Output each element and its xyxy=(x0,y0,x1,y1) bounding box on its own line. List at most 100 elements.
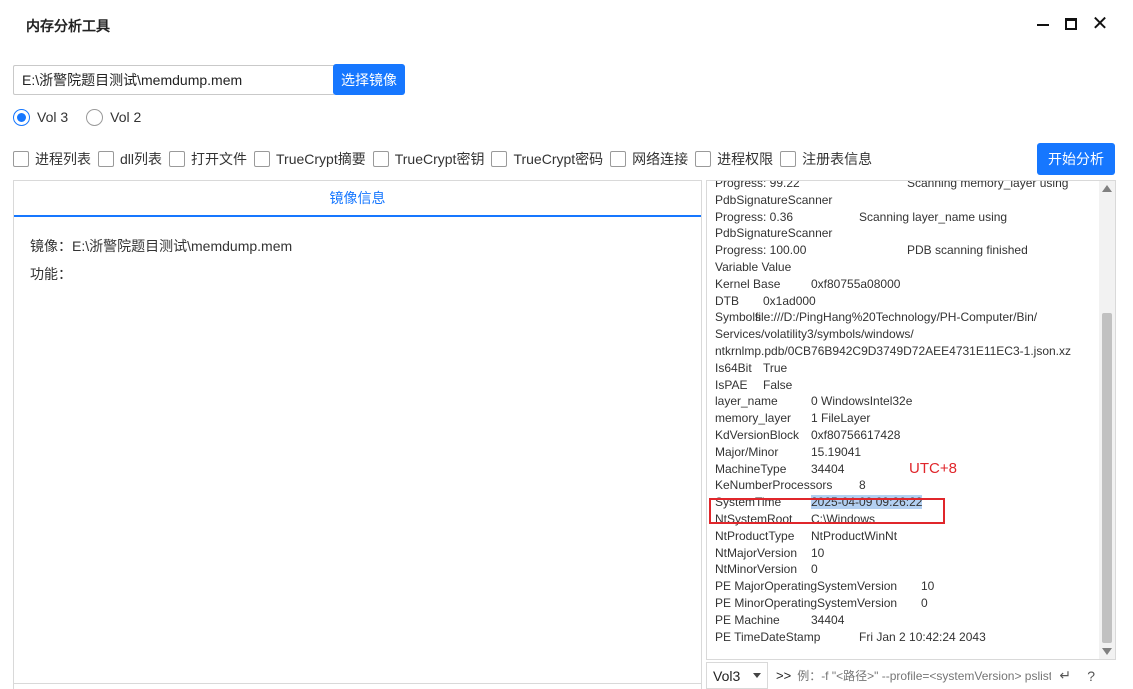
app-title: 内存分析工具 xyxy=(26,18,110,34)
log-key: Progress: 100.00 xyxy=(715,243,807,258)
help-icon[interactable]: ? xyxy=(1087,668,1101,684)
image-path-input[interactable] xyxy=(13,65,334,95)
plugin-checkbox-item[interactable]: 网络连接 xyxy=(610,149,688,169)
log-value: 0xf80756617428 xyxy=(811,427,901,442)
log-scrollbar[interactable] xyxy=(1099,181,1115,659)
log-key: KdVersionBlock xyxy=(715,427,800,442)
log-value: 0x1ad000 xyxy=(763,293,816,308)
command-prompt: >> xyxy=(776,668,792,683)
log-value: PDB scanning finished xyxy=(907,243,1028,258)
checkbox-label: 打开文件 xyxy=(191,151,248,167)
log-key: PE MajorOperatingSystemVersion xyxy=(715,579,898,594)
log-value: 0xf80755a08000 xyxy=(811,276,901,291)
log-line: PdbSignatureScanner xyxy=(715,192,1100,209)
tab-image-info[interactable]: 镜像信息 xyxy=(14,181,701,217)
log-value: 8 xyxy=(859,478,866,493)
log-value: 34404 xyxy=(811,461,845,476)
plugin-checkbox-item[interactable]: 进程权限 xyxy=(695,149,773,169)
select-image-button[interactable]: 选择镜像 xyxy=(333,64,405,95)
log-line: Progress: 0.36 Scanning layer_name using xyxy=(715,209,1100,226)
enter-icon[interactable]: ↵ xyxy=(1055,667,1075,684)
plugin-checkbox-item[interactable]: TrueCrypt摘要 xyxy=(254,149,366,169)
close-button[interactable]: ✕ xyxy=(1087,12,1113,36)
checkbox[interactable] xyxy=(780,151,797,167)
volatility-version-group: Vol 3 Vol 2 xyxy=(13,108,159,126)
log-value: 15.19041 xyxy=(811,444,862,459)
log-key: PdbSignatureScanner xyxy=(715,192,833,207)
maximize-button[interactable] xyxy=(1058,12,1084,36)
minimize-button[interactable] xyxy=(1030,12,1056,36)
checkbox[interactable] xyxy=(695,151,712,167)
command-bar: Vol3 >> ↵ ? xyxy=(706,662,1116,689)
log-line: DTB 0x1ad000 xyxy=(715,293,1100,310)
log-line: Kernel Base 0xf80755a08000 xyxy=(715,276,1100,293)
systemtime-highlight-box xyxy=(709,498,945,524)
plugin-checkbox-item[interactable]: 打开文件 xyxy=(169,149,247,169)
command-input[interactable] xyxy=(797,664,1052,687)
plugin-checkbox-group: 进程列表 dll列表 打开文件 TrueCrypt摘要 TrueCrypt密钥 TrueC… xyxy=(13,150,879,168)
checkbox-label: 进程权限 xyxy=(717,151,774,167)
radio-vol-3[interactable]: Vol 3 xyxy=(13,108,69,126)
close-icon: ✕ xyxy=(1091,13,1109,35)
log-key: Services/volatility3/symbols/windows/ xyxy=(715,327,914,342)
log-key: MachineType xyxy=(715,461,787,476)
radio-indicator[interactable] xyxy=(86,108,104,126)
checkbox[interactable] xyxy=(491,151,508,167)
log-line: Progress: 100.00 PDB scanning finished xyxy=(715,242,1100,259)
log-line: MachineType 34404 xyxy=(715,461,1100,478)
scroll-down-icon[interactable] xyxy=(1102,648,1112,655)
log-value: 0 WindowsIntel32e xyxy=(811,394,913,409)
image-info-panel: 镜像信息 镜像：E:\浙警院题目测试\memdump.mem 功能： xyxy=(13,180,702,689)
log-line: NtMajorVersion 10 xyxy=(715,545,1100,562)
log-value: NtProductWinNt xyxy=(811,528,898,543)
log-value: False xyxy=(763,377,793,392)
output-log-panel[interactable]: Progress: 99.22 Scanning memory_layer usi… xyxy=(706,180,1116,660)
maximize-icon xyxy=(1065,18,1077,30)
log-key: memory_layer xyxy=(715,411,792,426)
radio-label: Vol 2 xyxy=(110,109,142,125)
plugin-checkbox-item[interactable]: TrueCrypt密码 xyxy=(491,149,603,169)
plugin-checkbox-item[interactable]: dll列表 xyxy=(98,149,162,169)
radio-vol-2[interactable]: Vol 2 xyxy=(86,108,142,126)
checkbox[interactable] xyxy=(254,151,271,167)
log-key: NtMajorVersion xyxy=(715,545,798,560)
checkbox-label: TrueCrypt密码 xyxy=(513,151,604,167)
log-key: PE MinorOperatingSystemVersion xyxy=(715,595,898,610)
minimize-icon xyxy=(1037,24,1049,26)
plugin-checkbox-item[interactable]: 注册表信息 xyxy=(780,149,872,169)
output-log: Progress: 99.22 Scanning memory_layer usi… xyxy=(715,181,1100,645)
log-key: ntkrnlmp.pdb/0CB76B942C9D3749D72AEE4731E… xyxy=(715,343,1071,358)
volatility-version-select[interactable]: Vol3 xyxy=(706,662,768,689)
title-bar: 内存分析工具 ✕ xyxy=(0,0,1133,48)
log-line: Is64Bit True xyxy=(715,360,1100,377)
checkbox[interactable] xyxy=(98,151,114,167)
function-label: 功能： xyxy=(30,266,72,282)
log-key: Is64Bit xyxy=(715,360,752,375)
checkbox[interactable] xyxy=(169,151,186,167)
log-line: memory_layer 1 FileLayer xyxy=(715,410,1100,427)
checkbox[interactable] xyxy=(13,151,29,167)
log-key: KeNumberProcessors xyxy=(715,478,833,493)
log-value: 10 xyxy=(921,579,935,594)
radio-indicator[interactable] xyxy=(13,108,30,126)
log-line: Variable Value xyxy=(715,259,1100,276)
plugin-checkbox-item[interactable]: 进程列表 xyxy=(13,149,91,169)
log-value: 0 xyxy=(811,562,818,577)
log-key: DTB xyxy=(715,293,739,308)
log-line: Major/Minor 15.19041 xyxy=(715,444,1100,461)
checkbox[interactable] xyxy=(610,151,627,167)
log-line: PE MajorOperatingSystemVersion 10 xyxy=(715,578,1100,595)
scroll-up-icon[interactable] xyxy=(1102,185,1112,192)
log-line: ntkrnlmp.pdb/0CB76B942C9D3749D72AEE4731E… xyxy=(715,343,1100,360)
plugin-checkbox-item[interactable]: TrueCrypt密钥 xyxy=(372,149,484,169)
checkbox[interactable] xyxy=(372,151,389,167)
panel-divider xyxy=(14,683,701,684)
radio-label: Vol 3 xyxy=(37,109,69,125)
start-analysis-button[interactable]: 开始分析 xyxy=(1037,143,1115,175)
log-line: PdbSignatureScanner xyxy=(715,225,1100,242)
log-key: NtMinorVersion xyxy=(715,562,798,577)
log-key: Symbols xyxy=(715,310,762,325)
checkbox-label: 网络连接 xyxy=(632,151,689,167)
scroll-thumb[interactable] xyxy=(1102,313,1112,643)
log-value: 34404 xyxy=(811,612,845,627)
